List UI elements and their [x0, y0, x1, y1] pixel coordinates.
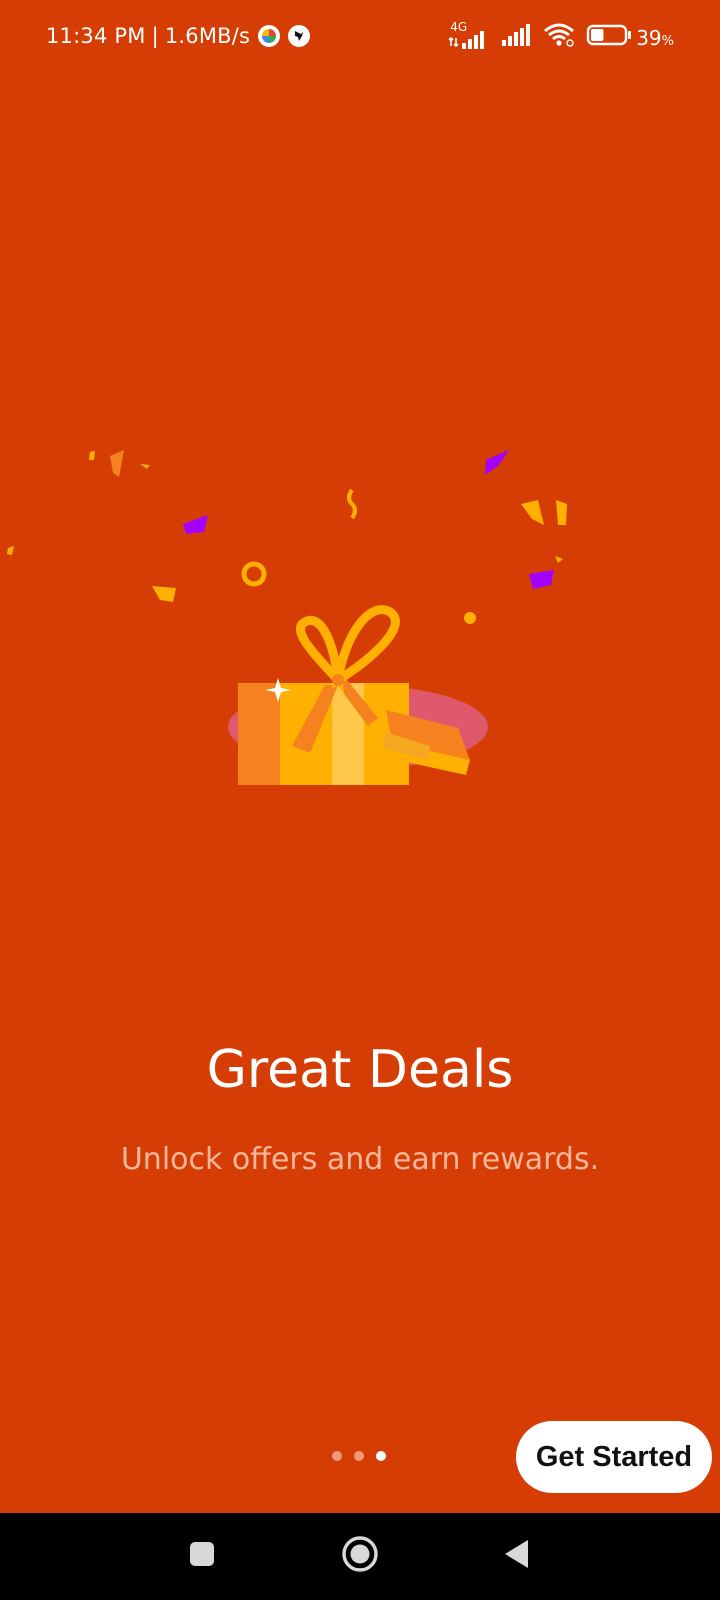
battery-percent: 39%: [636, 26, 674, 50]
recents-button[interactable]: [157, 1513, 247, 1600]
gift-illustration: [7, 450, 567, 785]
page-dot-2[interactable]: [354, 1451, 364, 1461]
onboarding-title: Great Deals: [206, 1040, 514, 1100]
page-dot-3-active[interactable]: [376, 1451, 386, 1461]
battery-icon: [586, 23, 632, 52]
network-speed: 1.6MB/s: [164, 24, 251, 48]
back-button[interactable]: [472, 1513, 562, 1600]
status-right: 4G 39%: [438, 20, 674, 53]
signal-4g-icon: 4G: [448, 20, 490, 52]
signal-bars-icon: [500, 22, 532, 53]
home-button[interactable]: [315, 1513, 405, 1600]
status-bar: 11:34 PM | 1.6MB/s 4G 39%: [0, 0, 720, 80]
page-indicator: [332, 1451, 398, 1461]
wifi-icon: [542, 22, 576, 53]
status-left: 11:34 PM | 1.6MB/s: [46, 24, 311, 48]
square-recents-icon: [188, 1540, 216, 1573]
system-nav-bar: [0, 1513, 720, 1600]
pinwheel-icon: [258, 25, 281, 47]
page-dot-1[interactable]: [332, 1451, 342, 1461]
onboarding-subtitle: Unlock offers and earn rewards.: [120, 1142, 600, 1177]
bird-icon: [288, 25, 311, 47]
onboarding-screen: 11:34 PM | 1.6MB/s 4G 39% Great Deals Un…: [0, 0, 720, 1600]
get-started-button[interactable]: Get Started: [516, 1421, 712, 1493]
triangle-back-icon: [502, 1538, 532, 1575]
battery-value: 39: [636, 25, 662, 50]
circle-home-icon: [341, 1535, 379, 1578]
status-separator: |: [151, 24, 159, 48]
battery-unit: %: [661, 33, 674, 49]
status-time: 11:34 PM: [46, 24, 146, 48]
confetti: [7, 450, 567, 624]
